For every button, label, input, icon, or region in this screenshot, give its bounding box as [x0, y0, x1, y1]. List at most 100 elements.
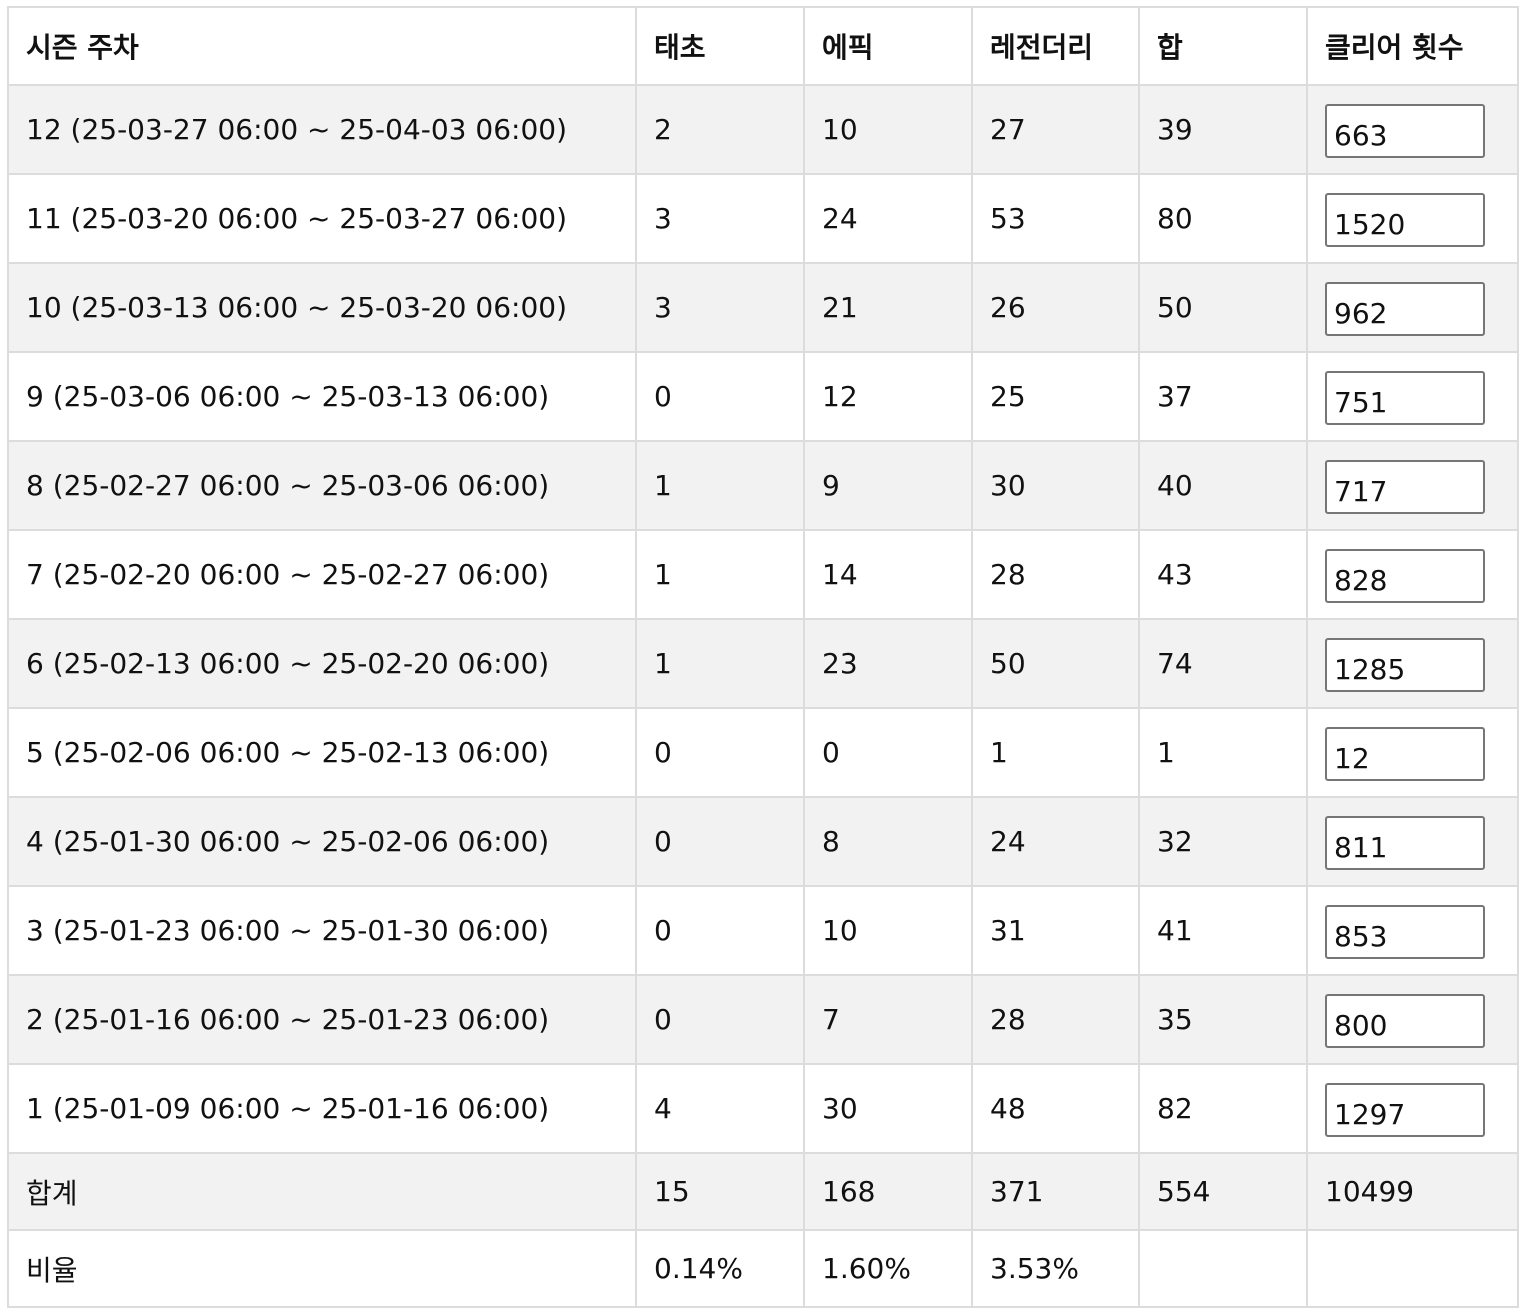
cell-clears — [1306, 885, 1519, 976]
table-row: 6 (25-02-13 06:00 ~ 25-02-20 06:00) 1 23 50… — [7, 618, 1519, 709]
cell-taecho: 1 — [635, 440, 805, 531]
cell-sum: 40 — [1138, 440, 1308, 531]
total-epic: 168 — [803, 1152, 973, 1231]
cell-week: 3 (25-01-23 06:00 ~ 25-01-30 06:00) — [7, 885, 637, 976]
cell-clears — [1306, 707, 1519, 798]
cell-clears — [1306, 529, 1519, 620]
cell-sum: 37 — [1138, 351, 1308, 442]
clear-count-input[interactable] — [1325, 460, 1485, 514]
total-legendary: 371 — [971, 1152, 1140, 1231]
cell-legendary: 31 — [971, 885, 1140, 976]
cell-sum: 74 — [1138, 618, 1308, 709]
ratio-taecho: 0.14% — [635, 1229, 805, 1308]
cell-week: 1 (25-01-09 06:00 ~ 25-01-16 06:00) — [7, 1063, 637, 1154]
ratio-epic: 1.60% — [803, 1229, 973, 1308]
cell-clears — [1306, 351, 1519, 442]
cell-clears — [1306, 262, 1519, 353]
cell-sum: 1 — [1138, 707, 1308, 798]
cell-taecho: 4 — [635, 1063, 805, 1154]
clear-count-input[interactable] — [1325, 638, 1485, 692]
cell-sum: 80 — [1138, 173, 1308, 264]
header-epic: 에픽 — [803, 6, 973, 86]
cell-week: 2 (25-01-16 06:00 ~ 25-01-23 06:00) — [7, 974, 637, 1065]
header-week: 시즌 주차 — [7, 6, 637, 86]
cell-clears — [1306, 974, 1519, 1065]
cell-week: 6 (25-02-13 06:00 ~ 25-02-20 06:00) — [7, 618, 637, 709]
cell-legendary: 53 — [971, 173, 1140, 264]
cell-taecho: 0 — [635, 707, 805, 798]
ratio-label: 비율 — [7, 1229, 637, 1308]
table-row: 7 (25-02-20 06:00 ~ 25-02-27 06:00) 1 14 28… — [7, 529, 1519, 620]
total-label: 합계 — [7, 1152, 637, 1231]
table-row: 11 (25-03-20 06:00 ~ 25-03-27 06:00) 3 24 5… — [7, 173, 1519, 264]
cell-epic: 7 — [803, 974, 973, 1065]
cell-epic: 12 — [803, 351, 973, 442]
cell-legendary: 28 — [971, 974, 1140, 1065]
clear-count-input[interactable] — [1325, 1083, 1485, 1137]
clear-count-input[interactable] — [1325, 816, 1485, 870]
cell-clears — [1306, 796, 1519, 887]
table-row: 9 (25-03-06 06:00 ~ 25-03-13 06:00) 0 12 25… — [7, 351, 1519, 442]
cell-clears — [1306, 173, 1519, 264]
header-taecho: 태초 — [635, 6, 805, 86]
cell-taecho: 0 — [635, 885, 805, 976]
cell-epic: 30 — [803, 1063, 973, 1154]
cell-clears — [1306, 440, 1519, 531]
cell-sum: 43 — [1138, 529, 1308, 620]
cell-epic: 8 — [803, 796, 973, 887]
clear-count-input[interactable] — [1325, 549, 1485, 603]
table-row: 4 (25-01-30 06:00 ~ 25-02-06 06:00) 0 8 24 3… — [7, 796, 1519, 887]
clear-count-input[interactable] — [1325, 282, 1485, 336]
cell-legendary: 30 — [971, 440, 1140, 531]
cell-taecho: 0 — [635, 974, 805, 1065]
ratio-legendary: 3.53% — [971, 1229, 1140, 1308]
clear-count-input[interactable] — [1325, 727, 1485, 781]
clear-count-input[interactable] — [1325, 994, 1485, 1048]
cell-week: 10 (25-03-13 06:00 ~ 25-03-20 06:00) — [7, 262, 637, 353]
ratio-sum — [1138, 1229, 1308, 1308]
table-row: 5 (25-02-06 06:00 ~ 25-02-13 06:00) 0 0 1 1 — [7, 707, 1519, 798]
clear-count-input[interactable] — [1325, 193, 1485, 247]
ratio-clears — [1306, 1229, 1519, 1308]
cell-epic: 10 — [803, 84, 973, 175]
cell-taecho: 0 — [635, 351, 805, 442]
cell-week: 12 (25-03-27 06:00 ~ 25-04-03 06:00) — [7, 84, 637, 175]
cell-week: 5 (25-02-06 06:00 ~ 25-02-13 06:00) — [7, 707, 637, 798]
table-row: 2 (25-01-16 06:00 ~ 25-01-23 06:00) 0 7 28 3… — [7, 974, 1519, 1065]
season-stats-table: 시즌 주차 태초 에픽 레전더리 합 클리어 횟수 12 (25-03-27 0… — [7, 6, 1519, 1308]
ratio-row: 비율 0.14% 1.60% 3.53% — [7, 1229, 1519, 1308]
cell-legendary: 24 — [971, 796, 1140, 887]
cell-sum: 32 — [1138, 796, 1308, 887]
total-sum: 554 — [1138, 1152, 1308, 1231]
cell-epic: 0 — [803, 707, 973, 798]
header-legendary: 레전더리 — [971, 6, 1140, 86]
header-sum: 합 — [1138, 6, 1308, 86]
clear-count-input[interactable] — [1325, 104, 1485, 158]
clear-count-input[interactable] — [1325, 905, 1485, 959]
clear-count-input[interactable] — [1325, 371, 1485, 425]
cell-taecho: 3 — [635, 173, 805, 264]
cell-epic: 10 — [803, 885, 973, 976]
cell-legendary: 26 — [971, 262, 1140, 353]
header-clears: 클리어 횟수 — [1306, 6, 1519, 86]
total-row: 합계 15 168 371 554 10499 — [7, 1152, 1519, 1231]
cell-legendary: 1 — [971, 707, 1140, 798]
total-clears: 10499 — [1306, 1152, 1519, 1231]
cell-week: 11 (25-03-20 06:00 ~ 25-03-27 06:00) — [7, 173, 637, 264]
table-row: 8 (25-02-27 06:00 ~ 25-03-06 06:00) 1 9 30 4… — [7, 440, 1519, 531]
cell-clears — [1306, 618, 1519, 709]
cell-legendary: 50 — [971, 618, 1140, 709]
cell-week: 4 (25-01-30 06:00 ~ 25-02-06 06:00) — [7, 796, 637, 887]
cell-taecho: 3 — [635, 262, 805, 353]
cell-sum: 50 — [1138, 262, 1308, 353]
cell-sum: 35 — [1138, 974, 1308, 1065]
cell-taecho: 1 — [635, 618, 805, 709]
cell-sum: 39 — [1138, 84, 1308, 175]
cell-week: 8 (25-02-27 06:00 ~ 25-03-06 06:00) — [7, 440, 637, 531]
cell-clears — [1306, 84, 1519, 175]
cell-epic: 21 — [803, 262, 973, 353]
cell-epic: 14 — [803, 529, 973, 620]
cell-epic: 23 — [803, 618, 973, 709]
table-row: 3 (25-01-23 06:00 ~ 25-01-30 06:00) 0 10 31… — [7, 885, 1519, 976]
cell-epic: 9 — [803, 440, 973, 531]
